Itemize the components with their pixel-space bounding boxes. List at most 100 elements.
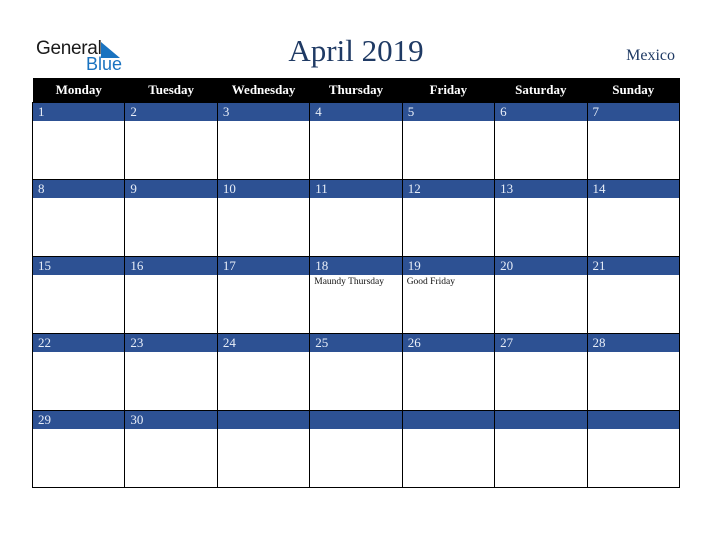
day-event	[125, 429, 216, 487]
day-cell[interactable]	[216, 410, 311, 488]
week-row: 8 9 10 11 12 13 14	[31, 179, 681, 257]
weekday-header: Tuesday	[124, 78, 218, 103]
day-number: 2	[125, 103, 217, 121]
day-cell[interactable]	[586, 410, 681, 488]
day-cell[interactable]: 6	[494, 102, 588, 180]
day-cell[interactable]: 18 Maundy Thursday	[309, 256, 403, 334]
day-cell[interactable]: 25	[309, 333, 403, 411]
day-number	[587, 411, 679, 429]
day-cell[interactable]: 23	[124, 333, 218, 411]
day-cell[interactable]: 10	[216, 179, 311, 257]
day-event	[495, 429, 586, 487]
day-cell[interactable]: 3	[216, 102, 311, 180]
day-event	[310, 198, 401, 256]
day-cell[interactable]: 30	[124, 410, 218, 488]
day-cell[interactable]: 22	[31, 333, 126, 411]
day-cell[interactable]: 14	[586, 179, 681, 257]
week-row: 1234567	[31, 102, 681, 180]
day-cell[interactable]: 24	[216, 333, 311, 411]
day-cell[interactable]	[494, 410, 588, 488]
day-event	[403, 121, 494, 179]
day-event	[33, 121, 124, 179]
page-title: April 2019	[288, 33, 424, 68]
day-event	[218, 198, 309, 256]
day-event	[33, 275, 124, 333]
day-cell[interactable]	[401, 410, 496, 488]
day-cell[interactable]: 11	[309, 179, 403, 257]
weekday-header: Saturday	[494, 78, 588, 103]
day-cell[interactable]: 27	[494, 333, 588, 411]
day-cell[interactable]: 4	[309, 102, 403, 180]
day-number: 27	[495, 334, 587, 352]
day-event	[588, 352, 679, 410]
day-number: 13	[495, 180, 587, 198]
day-event	[33, 429, 124, 487]
day-cell[interactable]: 15	[31, 256, 126, 334]
day-number: 5	[402, 103, 495, 121]
day-cell[interactable]: 13	[494, 179, 588, 257]
day-number: 4	[310, 103, 402, 121]
day-event	[33, 198, 124, 256]
day-cell[interactable]: 21	[586, 256, 681, 334]
day-number: 14	[587, 180, 679, 198]
day-event	[588, 275, 679, 333]
day-number: 24	[217, 334, 310, 352]
day-event	[403, 352, 494, 410]
country-label: Mexico	[626, 47, 675, 64]
weekday-header: Thursday	[309, 78, 403, 103]
day-number: 30	[125, 411, 217, 429]
day-event	[588, 121, 679, 179]
day-event	[495, 198, 586, 256]
day-number: 19	[402, 257, 495, 275]
day-number	[495, 411, 587, 429]
day-event	[125, 275, 216, 333]
day-event	[495, 121, 586, 179]
day-event	[125, 121, 216, 179]
day-cell[interactable]: 9	[124, 179, 218, 257]
day-number: 11	[310, 180, 402, 198]
day-cell[interactable]: 20	[494, 256, 588, 334]
day-cell[interactable]: 1	[31, 102, 126, 180]
day-cell[interactable]: 19 Good Friday	[401, 256, 496, 334]
day-event	[588, 198, 679, 256]
day-number: 7	[587, 103, 679, 121]
calendar-grid: Monday Tuesday Wednesday Thursday Friday…	[31, 78, 681, 488]
day-number: 8	[33, 180, 125, 198]
day-number: 21	[587, 257, 679, 275]
week-row: 15 16 17 18 Maundy Thursday 19 Good Friday 20 21	[31, 256, 681, 334]
day-event	[495, 275, 586, 333]
day-cell[interactable]: 17	[216, 256, 311, 334]
day-event	[125, 198, 216, 256]
day-event	[125, 352, 216, 410]
day-cell[interactable]: 29	[31, 410, 126, 488]
day-event	[588, 429, 679, 487]
day-number: 20	[495, 257, 587, 275]
day-cell[interactable]: 2	[124, 102, 218, 180]
day-cell[interactable]: 8	[31, 179, 126, 257]
weekday-header: Monday	[32, 78, 125, 103]
day-event: Maundy Thursday	[314, 277, 385, 287]
day-number: 12	[402, 180, 495, 198]
day-cell[interactable]: 7	[586, 102, 681, 180]
day-number	[402, 411, 495, 429]
day-cell[interactable]	[309, 410, 403, 488]
day-event	[403, 429, 494, 487]
day-number: 25	[310, 334, 402, 352]
day-cell[interactable]: 12	[401, 179, 496, 257]
day-number: 28	[587, 334, 679, 352]
day-cell[interactable]: 28	[586, 333, 681, 411]
day-cell[interactable]: 26	[401, 333, 496, 411]
day-event	[218, 429, 309, 487]
day-event	[310, 429, 401, 487]
weekday-header: Wednesday	[217, 78, 310, 103]
weekday-header: Sunday	[587, 78, 680, 103]
day-number: 3	[217, 103, 310, 121]
day-event: Good Friday	[406, 277, 455, 287]
day-event	[495, 352, 586, 410]
day-event	[218, 275, 309, 333]
day-cell[interactable]: 5	[401, 102, 496, 180]
day-number	[310, 411, 402, 429]
day-number: 29	[33, 411, 125, 429]
day-event	[33, 352, 124, 410]
day-cell[interactable]: 16	[124, 256, 218, 334]
